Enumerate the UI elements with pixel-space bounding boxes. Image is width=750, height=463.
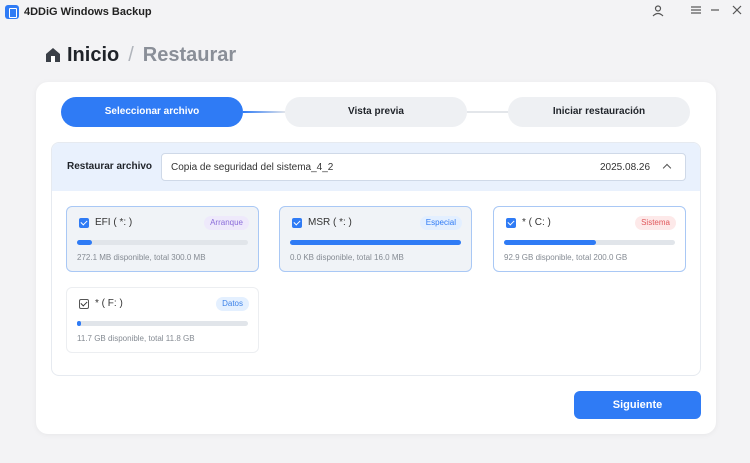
usage-bar (504, 240, 675, 245)
partition-card-msr[interactable]: MSR ( *: ) Especial 0.0 KB disponible, t… (279, 206, 472, 272)
partition-tag: Sistema (635, 216, 676, 230)
backup-date: 2025.08.26 (600, 162, 651, 173)
user-icon[interactable] (650, 4, 666, 20)
close-icon[interactable] (729, 4, 745, 20)
partition-info: 92.9 GB disponible, total 200.0 GB (504, 253, 628, 262)
partition-card-c[interactable]: * ( C: ) Sistema 92.9 GB disponible, tot… (493, 206, 686, 272)
partition-card-efi[interactable]: EFI ( *: ) Arranque 272.1 MB disponible,… (66, 206, 259, 272)
step-select-file[interactable]: Seleccionar archivo (61, 97, 243, 127)
checkbox[interactable] (506, 218, 516, 228)
partition-tag: Arranque (204, 216, 249, 230)
backup-name: Copia de seguridad del sistema_4_2 (171, 162, 334, 173)
usage-fill (77, 321, 82, 326)
chevron-up-icon[interactable] (662, 163, 672, 173)
usage-fill (77, 240, 93, 245)
menu-icon[interactable] (688, 4, 704, 20)
main-card: Seleccionar archivo Vista previa Iniciar… (36, 82, 716, 434)
partition-info: 0.0 KB disponible, total 16.0 MB (290, 253, 404, 262)
partition-card-f[interactable]: * ( F: ) Datos 11.7 GB disponible, total… (66, 287, 259, 353)
step-start-restore[interactable]: Iniciar restauración (508, 97, 690, 127)
partition-name: * ( C: ) (522, 217, 551, 228)
usage-bar (290, 240, 461, 245)
breadcrumb: Inicio / Restaurar (44, 43, 236, 67)
breadcrumb-separator: / (128, 43, 134, 66)
step-preview[interactable]: Vista previa (285, 97, 467, 127)
partition-tag: Especial (419, 216, 462, 230)
backup-select[interactable]: Copia de seguridad del sistema_4_2 2025.… (161, 153, 686, 181)
app-logo-icon (5, 5, 19, 19)
partition-tag: Datos (216, 297, 249, 311)
home-icon[interactable] (44, 46, 62, 64)
partition-info: 11.7 GB disponible, total 11.8 GB (77, 334, 195, 343)
app-title: 4DDiG Windows Backup (24, 6, 152, 18)
usage-bar (77, 240, 248, 245)
checkbox[interactable] (292, 218, 302, 228)
next-button[interactable]: Siguiente (574, 391, 701, 419)
restore-header: Restaurar archivo Copia de seguridad del… (52, 143, 700, 191)
checkbox[interactable] (79, 299, 89, 309)
step-connector (467, 111, 508, 113)
usage-fill (504, 240, 597, 245)
step-connector (243, 111, 285, 113)
partition-name: MSR ( *: ) (308, 217, 352, 228)
partition-name: EFI ( *: ) (95, 217, 133, 228)
restore-label: Restaurar archivo (67, 161, 153, 172)
minimize-icon[interactable] (707, 4, 723, 20)
usage-bar (77, 321, 248, 326)
usage-fill (290, 240, 461, 245)
partition-info: 272.1 MB disponible, total 300.0 MB (77, 253, 206, 262)
breadcrumb-home[interactable]: Inicio (67, 44, 119, 67)
title-bar: 4DDiG Windows Backup (0, 0, 750, 26)
checkbox[interactable] (79, 218, 89, 228)
restore-panel: Restaurar archivo Copia de seguridad del… (51, 142, 701, 376)
partition-name: * ( F: ) (95, 298, 123, 309)
breadcrumb-current: Restaurar (142, 43, 237, 66)
